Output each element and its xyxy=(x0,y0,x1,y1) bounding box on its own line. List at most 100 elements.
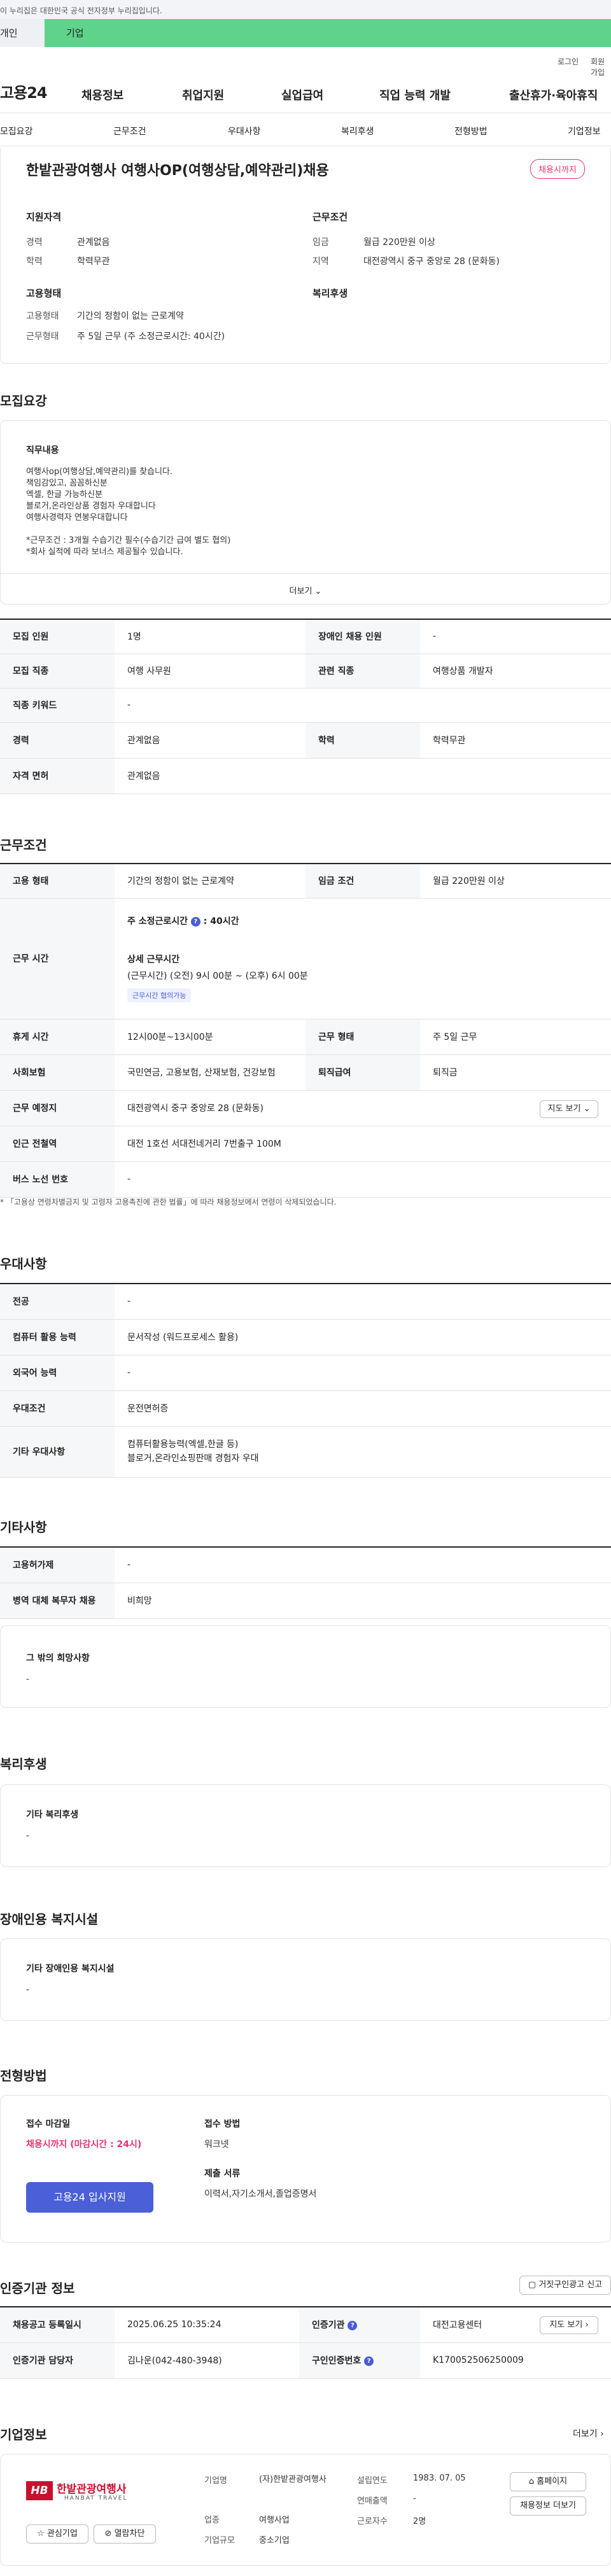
table-cell: 주 5일 근무 xyxy=(420,1019,611,1055)
nav-employment-support[interactable]: 취업지원 xyxy=(182,87,224,103)
disability-heading: 장애인용 복지시설 xyxy=(0,1912,99,1927)
etc-pref-cell: 컴퓨터활용능력(엑셀,한글 등) 블로거,온라인쇼핑판매 경험자 우대 xyxy=(115,1426,611,1478)
block-icon: ⊘ xyxy=(104,2529,112,2538)
nav-skills[interactable]: 직업 능력 개발 xyxy=(379,87,451,103)
work-table: 고용 형태 기간의 정함이 없는 근로계약 임금 조건 월급 220만원 이상 … xyxy=(0,863,611,1198)
recruit-table: 모집 인원 1명 장애인 채용 인원 - 모집 직종 여행 사무원 관련 직종 … xyxy=(0,619,611,794)
report-button-label: 거짓구인광고 신고 xyxy=(538,2280,603,2290)
help-icon[interactable]: ? xyxy=(190,916,200,927)
table-header: 사회보험 xyxy=(0,1054,115,1091)
nav-leave[interactable]: 출산휴가·육아휴직 xyxy=(509,87,598,103)
table-header: 고용 형태 xyxy=(0,864,115,899)
help-icon[interactable]: ? xyxy=(348,2320,358,2330)
duty-line: 블로거,온라인상품 경험자 우대합니다 xyxy=(26,501,156,511)
nav-unemployment-benefit[interactable]: 실업급여 xyxy=(281,87,323,103)
main-nav: 고용24 채용정보 취업지원 실업급여 직업 능력 개발 출산휴가·육아휴직 xyxy=(0,73,611,113)
map-button-label: 지도 보기 xyxy=(547,1103,581,1114)
table-cell: 여행상품 개발자 xyxy=(420,654,611,689)
table-cell: - xyxy=(115,1284,611,1320)
other-wish-title: 그 밖의 희망사항 xyxy=(26,1653,90,1663)
favorite-company-button[interactable]: ☆ 관심기업 xyxy=(26,2524,88,2544)
site-logo[interactable]: 고용24 xyxy=(0,80,48,102)
homepage-button[interactable]: ⌂ 홈페이지 xyxy=(510,2472,586,2491)
tab-preferences[interactable]: 우대사항 xyxy=(228,125,261,137)
company-logo-sub: HANBAT TRAVEL xyxy=(64,2495,128,2502)
company-more-link[interactable]: 더보기 › xyxy=(573,2427,604,2440)
table-row: 외국어 능력 - xyxy=(0,1355,611,1391)
std-hours: 주 소정근로시간 ? : 40시간 xyxy=(127,916,239,927)
industry-label: 업종 xyxy=(204,2516,220,2525)
employees-value: 2명 xyxy=(413,2517,426,2526)
table-cell: 학력무관 xyxy=(420,722,611,759)
tab-recruit[interactable]: 모집요강 xyxy=(0,125,33,137)
map-button[interactable]: 지도 보기 ⌄ xyxy=(540,1100,598,1118)
founded-value: 1983. 07. 05 xyxy=(413,2474,466,2483)
org-map-button[interactable]: 지도 보기 › xyxy=(540,2316,598,2334)
table-cell: 관계없음 xyxy=(115,722,306,759)
duty-title: 직무내용 xyxy=(26,445,59,456)
table-cell: 퇴직금 xyxy=(420,1054,611,1091)
table-header: 외국어 능력 xyxy=(0,1355,115,1391)
negotiable-tag: 근무시간 협의가능 xyxy=(127,988,192,1002)
detail-hours-value: (근무시간) (오전) 9시 00분 ~ (오후) 6시 00분 xyxy=(127,971,308,981)
work-time-cell: 주 소정근로시간 ? : 40시간 상세 근무시간 (근무시간) (오전) 9시… xyxy=(115,898,611,1019)
welfare-title: 복리후생 xyxy=(313,288,348,299)
table-row: 컴퓨터 활용 능력 문서작성 (워드프로세스 활용) xyxy=(0,1319,611,1355)
docs-title: 제출 서류 xyxy=(204,2169,241,2179)
table-row: 고용 형태 기간의 정함이 없는 근로계약 임금 조건 월급 220만원 이상 xyxy=(0,864,611,899)
status-badge: 채용시까지 xyxy=(530,159,585,179)
table-cell: 국민연금, 고용보험, 산재보험, 건강보험 xyxy=(115,1054,306,1091)
table-cell: 문서작성 (워드프로세스 활용) xyxy=(115,1319,611,1355)
welfare-card: 기타 복리후생 - xyxy=(0,1784,611,1867)
duty-line: 책임감있고, 꼼꼼하신분 xyxy=(26,479,108,488)
nav-jobs[interactable]: 채용정보 xyxy=(81,87,123,103)
company-more-label: 더보기 xyxy=(573,2429,598,2439)
table-cell: - xyxy=(115,1547,611,1583)
table-header: 기타 우대사항 xyxy=(0,1426,115,1478)
table-header: 버스 노선 번호 xyxy=(0,1161,115,1198)
more-jobs-button[interactable]: 채용정보 더보기 xyxy=(510,2496,586,2516)
login-link[interactable]: 로그인 xyxy=(558,56,579,67)
table-cell: 관계없음 xyxy=(115,758,611,794)
category-personal[interactable]: 개인 xyxy=(0,19,45,47)
homepage-label: 홈페이지 xyxy=(537,2477,568,2486)
tab-welfare[interactable]: 복리후생 xyxy=(341,125,374,137)
tab-company[interactable]: 기업정보 xyxy=(568,125,601,137)
detail-hours-title: 상세 근무시간 xyxy=(127,955,180,965)
more-button[interactable]: 더보기 ⌄ xyxy=(1,573,610,605)
table-header: 근무 형태 xyxy=(306,1019,420,1055)
block-company-button[interactable]: ⊘ 열람차단 xyxy=(94,2524,156,2544)
docs-value: 이력서,자기소개서,졸업증명서 xyxy=(204,2189,317,2199)
report-button[interactable]: ▢ 거짓구인광고 신고 xyxy=(519,2276,611,2295)
career-label: 경력 xyxy=(26,237,43,248)
table-cell: - xyxy=(115,1161,611,1198)
preferences-heading: 우대사항 xyxy=(0,1256,47,1271)
apply-button[interactable]: 고용24 입사지원 xyxy=(26,2182,153,2213)
tab-process[interactable]: 전형방법 xyxy=(454,125,488,137)
table-row: 모집 인원 1명 장애인 채용 인원 - xyxy=(0,619,611,654)
table-header: 경력 xyxy=(0,722,115,759)
table-header: 직종 키워드 xyxy=(0,688,115,723)
table-cell: 김나운(042-480-3948) xyxy=(115,2342,299,2379)
category-company[interactable]: 기업 xyxy=(45,19,611,47)
table-row: 경력 관계없음 학력 학력무관 xyxy=(0,722,611,759)
table-row: 휴게 시간 12시00분~13시00분 근무 형태 주 5일 근무 xyxy=(0,1019,611,1055)
table-row: 기타 우대사항 컴퓨터활용능력(엑셀,한글 등) 블로거,온라인쇼핑판매 경험자… xyxy=(0,1426,611,1478)
location-cell: 대전광역시 중구 중앙로 28 (문화동) 지도 보기 ⌄ xyxy=(115,1090,611,1126)
table-header: 컴퓨터 활용 능력 xyxy=(0,1319,115,1355)
table-cell: 여행 사무원 xyxy=(115,654,306,689)
deadline-value: 채용시까지 (마감시간 : 24시) xyxy=(26,2139,142,2150)
table-header: 근무 시간 xyxy=(0,898,115,1019)
sales-value: - xyxy=(413,2494,416,2503)
table-row: 근무 시간 주 소정근로시간 ? : 40시간 상세 근무시간 (근무시간) (… xyxy=(0,898,611,1019)
method-title: 접수 방법 xyxy=(204,2119,241,2129)
table-cell: - xyxy=(420,619,611,654)
tab-work-conditions[interactable]: 근무조건 xyxy=(113,125,146,137)
table-cell: 기간의 정함이 없는 근로계약 xyxy=(115,864,306,899)
table-header: 구인인증번호 ? xyxy=(299,2342,420,2379)
std-hours-value: 40시간 xyxy=(210,916,239,927)
help-icon[interactable]: ? xyxy=(364,2356,374,2366)
table-header: 근무 예정지 xyxy=(0,1090,115,1126)
chevron-right-icon: › xyxy=(585,2320,589,2330)
disability-card-title: 기타 장애인용 복지시설 xyxy=(26,1964,115,1974)
